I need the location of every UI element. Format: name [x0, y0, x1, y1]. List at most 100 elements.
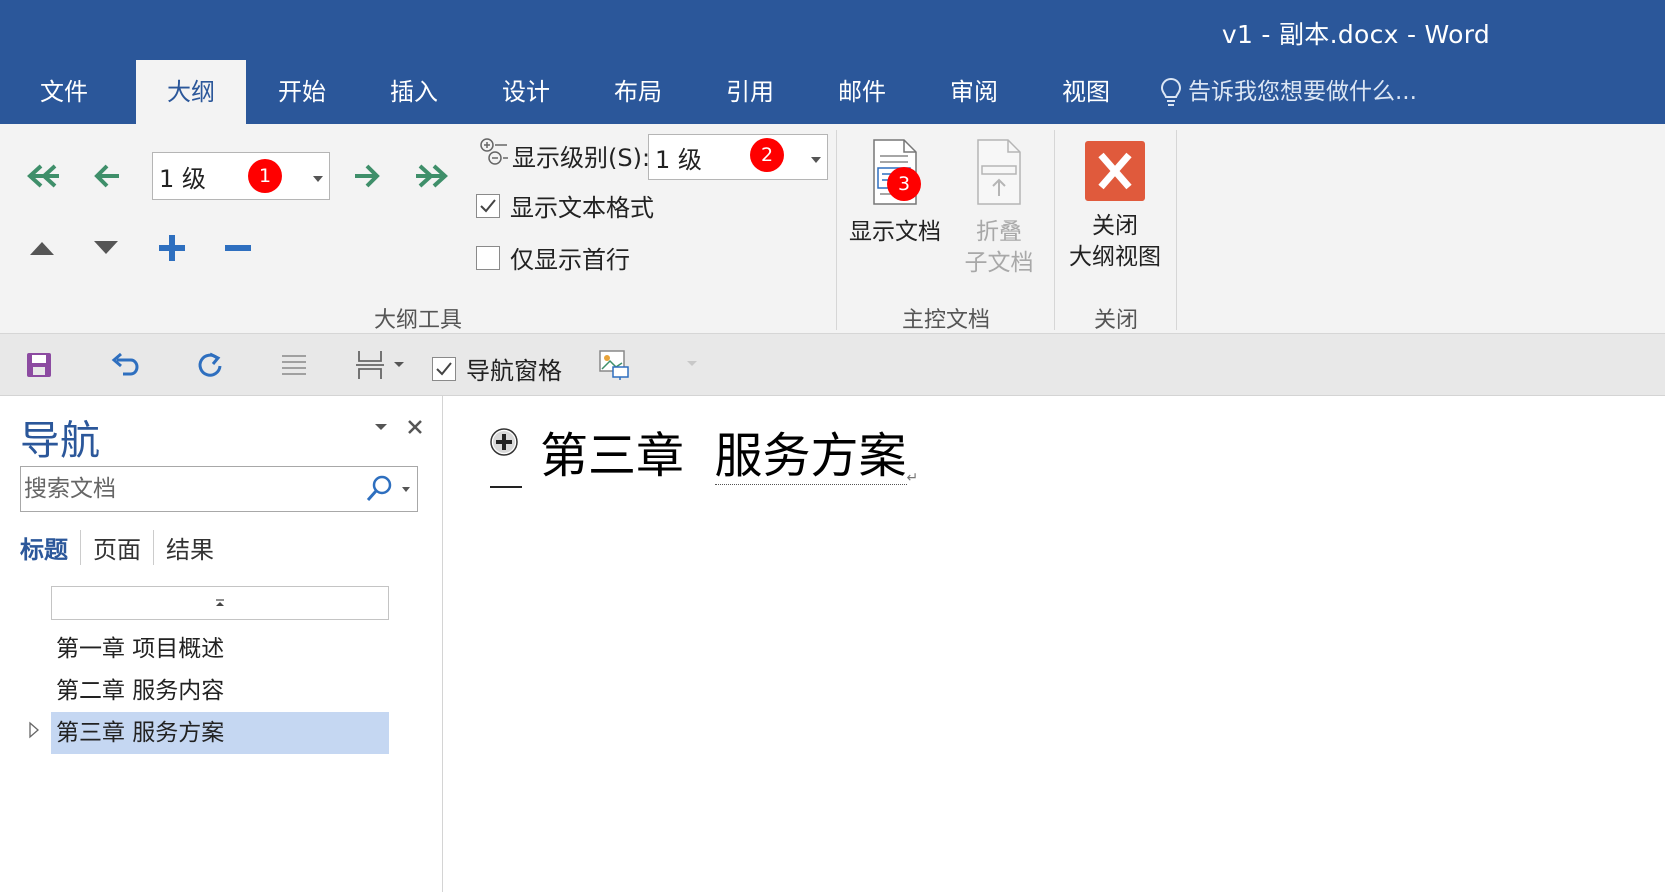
- move-down-button[interactable]: [86, 230, 126, 266]
- show-first-line-only-checkbox[interactable]: 仅显示首行: [476, 240, 630, 275]
- heading-expand-toggle[interactable]: [24, 714, 44, 746]
- customize-toolbar-button[interactable]: [682, 354, 702, 374]
- close-outline-view-label-1: 关闭: [1092, 213, 1138, 239]
- headings-scroll-up-button[interactable]: [51, 586, 389, 620]
- double-left-arrow-icon: [27, 164, 59, 188]
- show-level-value: 1 级: [655, 145, 702, 174]
- document-area[interactable]: 第三章 服务方案↵: [444, 396, 1665, 892]
- show-level-icon: [478, 136, 510, 168]
- show-level-select[interactable]: 1 级: [648, 134, 828, 180]
- callout-badge-1: 1: [248, 159, 282, 193]
- show-text-formatting-label: 显示文本格式: [510, 194, 654, 222]
- minus-icon: [225, 245, 251, 251]
- collapse-subdocuments-button[interactable]: 折叠 子文档: [952, 136, 1046, 279]
- tab-insert[interactable]: 插入: [370, 60, 458, 124]
- navigation-pane-label: 导航窗格: [466, 357, 562, 385]
- chevron-down-icon: [687, 361, 697, 366]
- outline-expand-symbol[interactable]: [488, 426, 520, 458]
- outline-tools-group-label: 大纲工具: [373, 308, 462, 333]
- collapse-button[interactable]: [218, 228, 258, 268]
- save-icon: [27, 353, 51, 377]
- tab-file[interactable]: 文件: [20, 60, 108, 124]
- picture-button[interactable]: [596, 347, 632, 383]
- quick-access-toolbar: 导航窗格: [0, 334, 1665, 396]
- demote-to-body-text-button[interactable]: [408, 156, 458, 196]
- ribbon: 1 级 1 显示级别(S): 1 级 2 显示文本格式 仅显示首行 大纲工具 显…: [0, 124, 1665, 334]
- tell-me-box[interactable]: 告诉我您想要做什么...: [1160, 60, 1417, 124]
- document-heading[interactable]: 第三章 服务方案↵: [540, 416, 918, 486]
- scroll-up-icon: [216, 599, 224, 606]
- tab-view[interactable]: 视图: [1042, 60, 1130, 124]
- triangle-right-icon: [29, 721, 39, 739]
- undo-button[interactable]: [104, 347, 144, 383]
- navigation-pane-checkbox[interactable]: 导航窗格: [432, 351, 562, 386]
- nav-tab-headings[interactable]: 标题: [20, 530, 81, 565]
- show-document-label: 显示文档: [849, 219, 941, 245]
- checkbox-box[interactable]: [476, 193, 500, 218]
- tell-me-text: 告诉我您想要做什么...: [1188, 79, 1417, 105]
- nav-tab-results[interactable]: 结果: [154, 530, 226, 565]
- tab-home[interactable]: 开始: [258, 60, 346, 124]
- right-arrow-icon: [355, 164, 380, 188]
- page-break-icon: [356, 351, 384, 379]
- heading-chapter: 第三章: [540, 428, 685, 484]
- circle-plus-icon: [490, 428, 518, 456]
- tab-design[interactable]: 设计: [482, 60, 570, 124]
- checkbox-box[interactable]: [476, 245, 500, 270]
- chevron-down-icon: [375, 424, 387, 430]
- callout-badge-2: 2: [750, 138, 784, 172]
- collapse-subdocuments-icon: [977, 139, 1021, 205]
- outline-level-value: 1 级: [159, 164, 206, 193]
- promote-button[interactable]: [86, 156, 130, 196]
- outline-level-select[interactable]: 1 级: [152, 152, 330, 200]
- tab-mailings[interactable]: 邮件: [818, 60, 906, 124]
- group-divider: [1176, 130, 1177, 330]
- double-right-arrow-icon: [416, 164, 448, 188]
- move-up-button[interactable]: [22, 230, 62, 266]
- expand-button[interactable]: [152, 228, 192, 268]
- chevron-down-icon[interactable]: [401, 486, 411, 494]
- callout-badge-3: 3: [887, 167, 921, 201]
- redo-button[interactable]: [190, 347, 230, 383]
- close-icon: [408, 420, 422, 434]
- save-button[interactable]: [22, 347, 56, 383]
- close-outline-view-label-2: 大纲视图: [1069, 244, 1161, 270]
- search-document-box[interactable]: [20, 466, 418, 512]
- heading-item-selected[interactable]: 第三章 服务方案: [51, 712, 389, 754]
- search-icon[interactable]: [365, 474, 395, 504]
- collapse-subdocuments-label-2: 子文档: [964, 250, 1034, 276]
- checkbox-box[interactable]: [432, 356, 456, 381]
- show-text-formatting-checkbox[interactable]: 显示文本格式: [476, 188, 654, 223]
- lightbulb-icon: [1160, 77, 1182, 106]
- nav-pane-options-button[interactable]: [370, 416, 392, 438]
- tab-references[interactable]: 引用: [706, 60, 794, 124]
- heading-item[interactable]: 第一章 项目概述: [51, 628, 389, 670]
- chevron-down-icon: [811, 157, 821, 163]
- nav-pane-close-button[interactable]: [402, 414, 428, 440]
- close-group-label: 关闭: [1093, 308, 1138, 333]
- redo-icon: [198, 352, 222, 377]
- align-text-button[interactable]: [274, 347, 314, 383]
- search-input[interactable]: [24, 476, 354, 502]
- page-layout-dropdown[interactable]: [350, 347, 410, 383]
- tab-review[interactable]: 审阅: [930, 60, 1018, 124]
- nav-pane-tabs: 标题 页面 结果: [20, 530, 226, 565]
- checkmark-icon: [480, 198, 496, 212]
- show-level-label: 显示级别(S):: [512, 144, 651, 172]
- demote-button[interactable]: [344, 156, 388, 196]
- chevron-down-icon: [394, 362, 404, 367]
- window-title: v1 - 副本.docx - Word: [1221, 20, 1490, 49]
- checkmark-icon: [436, 361, 452, 375]
- nav-tab-pages[interactable]: 页面: [81, 530, 154, 565]
- tab-outline[interactable]: 大纲: [136, 60, 246, 124]
- heading-item[interactable]: 第二章 服务内容: [51, 670, 389, 712]
- promote-to-heading1-button[interactable]: [20, 156, 64, 196]
- collapse-subdocuments-label-1: 折叠: [976, 219, 1022, 245]
- picture-monitor-icon: [599, 350, 629, 380]
- tab-layout[interactable]: 布局: [594, 60, 682, 124]
- close-outline-view-button[interactable]: 关闭 大纲视图: [1060, 140, 1170, 273]
- group-divider: [836, 130, 837, 330]
- chevron-down-icon: [313, 176, 323, 182]
- close-x-icon: [1085, 141, 1145, 201]
- plus-icon: [159, 235, 185, 261]
